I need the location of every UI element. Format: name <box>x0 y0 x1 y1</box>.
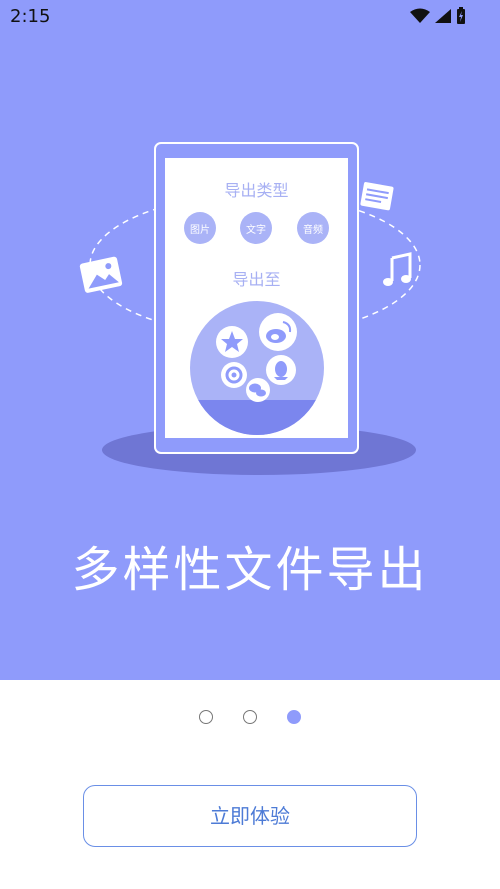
type-option-image-label: 图片 <box>190 225 210 236</box>
type-option-audio-label: 音频 <box>303 225 323 236</box>
export-to-title: 导出至 <box>232 270 281 289</box>
qq-icon <box>266 355 296 385</box>
page-indicator <box>0 710 500 724</box>
document-icon <box>360 182 394 211</box>
camera-shutter-icon <box>221 362 247 388</box>
headline: 多样性文件导出 <box>71 542 429 598</box>
page-dot-3-active[interactable] <box>287 710 301 724</box>
wechat-icon <box>246 378 270 402</box>
page-dot-1[interactable] <box>199 710 213 724</box>
try-now-button[interactable]: 立即体验 <box>83 785 417 847</box>
type-option-text-label: 文字 <box>246 225 266 236</box>
qzone-icon <box>216 326 248 358</box>
image-icon <box>79 256 123 293</box>
page-dot-2[interactable] <box>243 710 257 724</box>
export-type-title: 导出类型 <box>224 181 289 200</box>
weibo-icon <box>259 313 297 351</box>
music-note-icon <box>383 252 412 286</box>
